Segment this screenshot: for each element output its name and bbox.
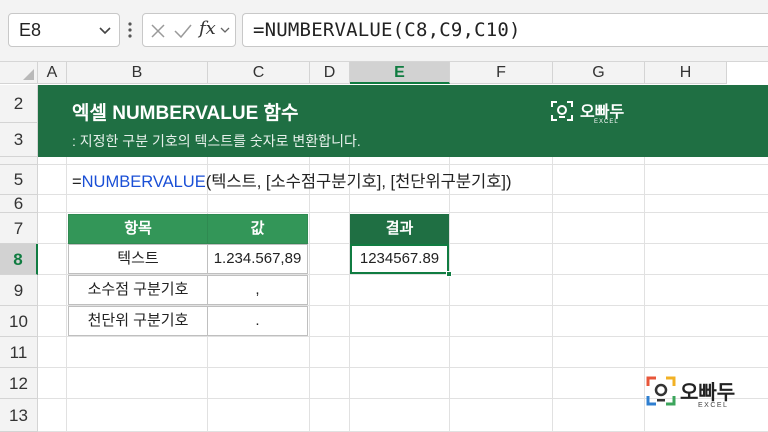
row-header-11[interactable]: 11 — [0, 337, 38, 368]
column-header-c[interactable]: C — [208, 62, 310, 84]
fill-handle[interactable] — [446, 271, 452, 277]
gridline — [38, 212, 768, 213]
gridline — [552, 157, 553, 432]
select-all-button[interactable] — [0, 62, 38, 84]
banner-subtitle: : 지정한 구분 기호의 텍스트를 숫자로 변환합니다. — [72, 133, 361, 149]
enter-check-icon[interactable] — [173, 22, 193, 40]
gridline — [38, 164, 768, 165]
logo-mark-icon — [551, 101, 573, 121]
row-header-8[interactable]: 8 — [0, 244, 38, 275]
logo-sub: EXCEL — [594, 119, 619, 125]
gridline — [38, 336, 768, 337]
table-row-value[interactable]: , — [207, 275, 308, 305]
more-options-icon[interactable] — [126, 18, 134, 42]
formula-bar: E8 fx =NUMBERVALUE(C8,C9,C10) — [0, 0, 768, 62]
column-header-b[interactable]: B — [67, 62, 208, 84]
column-header-e[interactable]: E — [350, 62, 450, 84]
insert-function-button[interactable]: fx — [199, 18, 216, 39]
column-header-h[interactable]: H — [645, 62, 727, 84]
syntax-args: (텍스트, [소수점구분기호], [천단위구분기호]) — [205, 173, 512, 191]
syntax-function: NUMBERVALUE — [81, 173, 206, 191]
gridline — [66, 157, 67, 432]
table-row-label[interactable]: 천단위 구분기호 — [68, 306, 208, 336]
table-row-value[interactable]: . — [207, 306, 308, 336]
gridline — [38, 194, 768, 195]
row-header-3[interactable]: 3 — [0, 123, 38, 157]
table-row-value[interactable]: 1.234.567,89 — [207, 244, 308, 274]
row-header-6[interactable]: 6 — [0, 195, 38, 213]
column-header-g[interactable]: G — [553, 62, 645, 84]
table-header-value[interactable]: 값 — [207, 214, 308, 244]
chevron-down-icon[interactable] — [97, 22, 113, 38]
name-box-value: E8 — [19, 20, 42, 40]
row-header-5[interactable]: 5 — [0, 165, 38, 195]
row-header-4[interactable]: 4 — [0, 157, 38, 165]
oppadu-logo: 오빠두 EXCEL — [550, 97, 640, 129]
syntax-line: =NUMBERVALUE(텍스트, [소수점구분기호], [천단위구분기호]) — [72, 168, 511, 192]
column-header-f[interactable]: F — [450, 62, 553, 84]
row-header-13[interactable]: 13 — [0, 399, 38, 432]
title-banner: 엑셀 NUMBERVALUE 함수 : 지정한 구분 기호의 텍스트를 숫자로 … — [38, 85, 768, 157]
footer-logo-name: 오빠두 — [680, 382, 736, 404]
row-header-7[interactable]: 7 — [0, 213, 38, 244]
row-header-10[interactable]: 10 — [0, 306, 38, 337]
row-header-9[interactable]: 9 — [0, 275, 38, 306]
row-header-2[interactable]: 2 — [0, 85, 38, 123]
name-box[interactable]: E8 — [8, 13, 120, 47]
row-header-12[interactable]: 12 — [0, 368, 38, 399]
gridline — [38, 367, 768, 368]
logo-mark-icon — [646, 376, 676, 406]
gridline — [449, 157, 450, 432]
syntax-prefix: = — [72, 173, 82, 191]
result-cell-active[interactable]: 1234567.89 — [350, 244, 449, 274]
select-all-triangle — [23, 69, 34, 80]
formula-input[interactable]: =NUMBERVALUE(C8,C9,C10) — [242, 13, 768, 47]
cancel-icon[interactable] — [149, 22, 167, 40]
oppadu-footer-logo: 오빠두 EXCEL — [644, 374, 754, 414]
chevron-down-icon[interactable] — [219, 24, 231, 36]
gridline — [349, 157, 350, 432]
footer-logo-sub: EXCEL — [698, 402, 729, 409]
formula-buttons: fx — [142, 13, 236, 47]
table-header-item[interactable]: 항목 — [68, 214, 208, 244]
table-row-label[interactable]: 텍스트 — [68, 244, 208, 274]
column-header-a[interactable]: A — [38, 62, 67, 84]
result-header[interactable]: 결과 — [350, 214, 449, 244]
table-row-label[interactable]: 소수점 구분기호 — [68, 275, 208, 305]
formula-text: =NUMBERVALUE(C8,C9,C10) — [253, 19, 521, 41]
column-header-d[interactable]: D — [310, 62, 350, 84]
banner-title: 엑셀 NUMBERVALUE 함수 — [72, 103, 299, 124]
gridline — [309, 157, 310, 432]
